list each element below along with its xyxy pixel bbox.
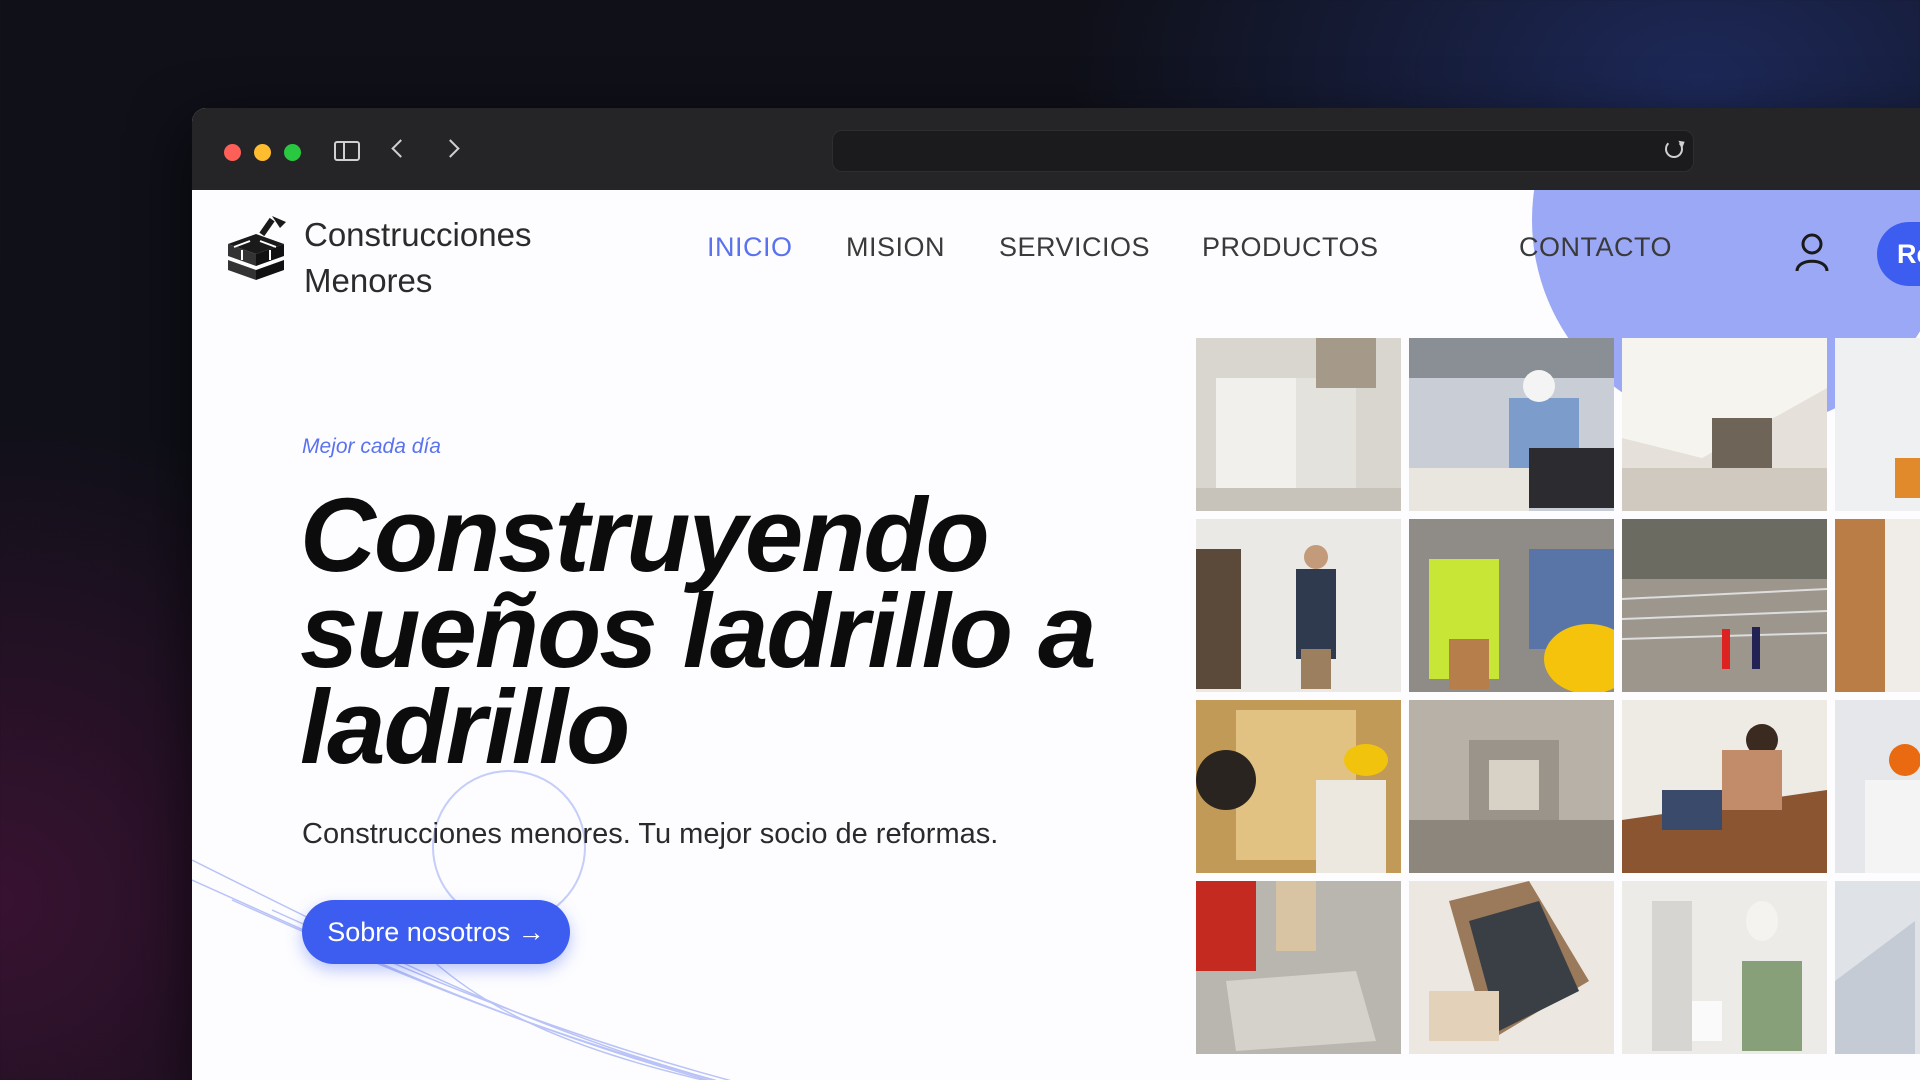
gallery-photo[interactable] xyxy=(1409,338,1614,511)
gallery-photo[interactable] xyxy=(1835,881,1920,1054)
back-icon[interactable] xyxy=(391,139,410,158)
gallery-photo[interactable] xyxy=(1622,338,1827,511)
gallery-photo[interactable] xyxy=(1835,700,1920,873)
headline-line-2: sueños ladrillo a xyxy=(300,573,1097,690)
nav-item-productos[interactable]: PRODUCTOS xyxy=(1202,232,1379,263)
headline-line-3: ladrillo xyxy=(300,669,630,786)
gallery-photo[interactable] xyxy=(1196,700,1401,873)
gallery-photo[interactable] xyxy=(1409,881,1614,1054)
gallery-photo[interactable] xyxy=(1196,519,1401,692)
brick-logo-icon[interactable] xyxy=(220,214,292,286)
gallery-photo[interactable] xyxy=(1196,338,1401,511)
brand-name[interactable]: Construcciones Menores xyxy=(304,212,564,304)
register-button[interactable]: Re xyxy=(1877,222,1920,286)
hero-headline: Construyendo sueños ladrillo a ladrillo xyxy=(300,477,1200,786)
close-window-button[interactable] xyxy=(224,144,241,161)
address-bar[interactable] xyxy=(832,130,1694,172)
minimize-window-button[interactable] xyxy=(254,144,271,161)
gallery-photo[interactable] xyxy=(1196,881,1401,1054)
sidebar-toggle-icon[interactable] xyxy=(334,141,360,161)
hero-subtitle: Construcciones menores. Tu mejor socio d… xyxy=(302,818,999,850)
gallery-photo[interactable] xyxy=(1622,519,1827,692)
photo-gallery xyxy=(1196,338,1920,1058)
browser-titlebar xyxy=(192,108,1920,191)
gallery-photo[interactable] xyxy=(1409,700,1614,873)
brand-line-2: Menores xyxy=(304,262,433,299)
browser-window: Construcciones Menores INICIO MISION SER… xyxy=(192,108,1920,1080)
gallery-photo[interactable] xyxy=(1622,881,1827,1054)
web-page: Construcciones Menores INICIO MISION SER… xyxy=(192,190,1920,1080)
gallery-photo[interactable] xyxy=(1835,519,1920,692)
gallery-photo[interactable] xyxy=(1409,519,1614,692)
site-header: Construcciones Menores INICIO MISION SER… xyxy=(192,190,1920,330)
nav-item-servicios[interactable]: SERVICIOS xyxy=(999,232,1150,263)
brand-line-1: Construcciones xyxy=(304,216,532,253)
about-us-button[interactable]: Sobre nosotros → xyxy=(302,900,570,964)
maximize-window-button[interactable] xyxy=(284,144,301,161)
gallery-photo[interactable] xyxy=(1622,700,1827,873)
nav-item-inicio[interactable]: INICIO xyxy=(707,232,793,263)
nav-item-mision[interactable]: MISION xyxy=(846,232,945,263)
user-account-icon[interactable] xyxy=(1794,232,1830,272)
forward-icon[interactable] xyxy=(441,139,460,158)
reload-icon[interactable] xyxy=(1665,140,1683,158)
headline-line-1: Construyendo xyxy=(300,477,990,594)
gallery-photo[interactable] xyxy=(1835,338,1920,511)
decorative-waves xyxy=(192,859,732,1080)
hero-tagline: Mejor cada día xyxy=(302,435,441,458)
nav-item-contacto[interactable]: CONTACTO xyxy=(1519,232,1672,263)
